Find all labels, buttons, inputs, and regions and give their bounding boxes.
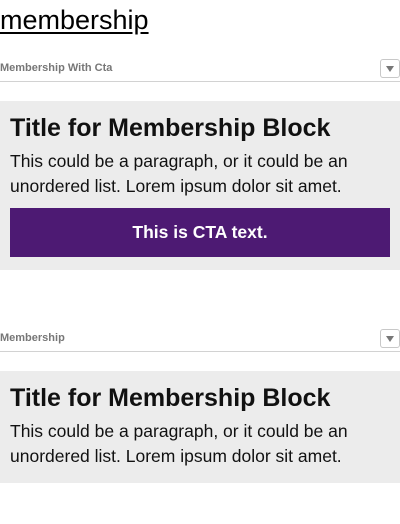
- page-title-link[interactable]: membership: [0, 2, 149, 38]
- triangle-down-icon: [386, 65, 394, 72]
- section-header-membership-with-cta: Membership With Cta: [0, 59, 400, 82]
- section-toggle-button[interactable]: [380, 329, 400, 348]
- block-title: Title for Membership Block: [10, 114, 331, 142]
- membership-block-with-cta: Title for Membership Block This could be…: [0, 101, 400, 270]
- section-toggle-button[interactable]: [380, 59, 400, 78]
- cta-button[interactable]: This is CTA text.: [10, 208, 390, 257]
- page: membership Membership With Cta Title for…: [0, 0, 400, 524]
- block-title: Title for Membership Block: [10, 384, 331, 412]
- block-body: This could be a paragraph, or it could b…: [10, 151, 348, 196]
- triangle-down-icon: [386, 335, 394, 342]
- section-label: Membership With Cta: [0, 62, 113, 74]
- section-label: Membership: [0, 332, 65, 344]
- membership-block: Title for Membership Block This could be…: [0, 371, 400, 483]
- block-body: This could be a paragraph, or it could b…: [10, 421, 348, 466]
- section-header-membership: Membership: [0, 329, 400, 352]
